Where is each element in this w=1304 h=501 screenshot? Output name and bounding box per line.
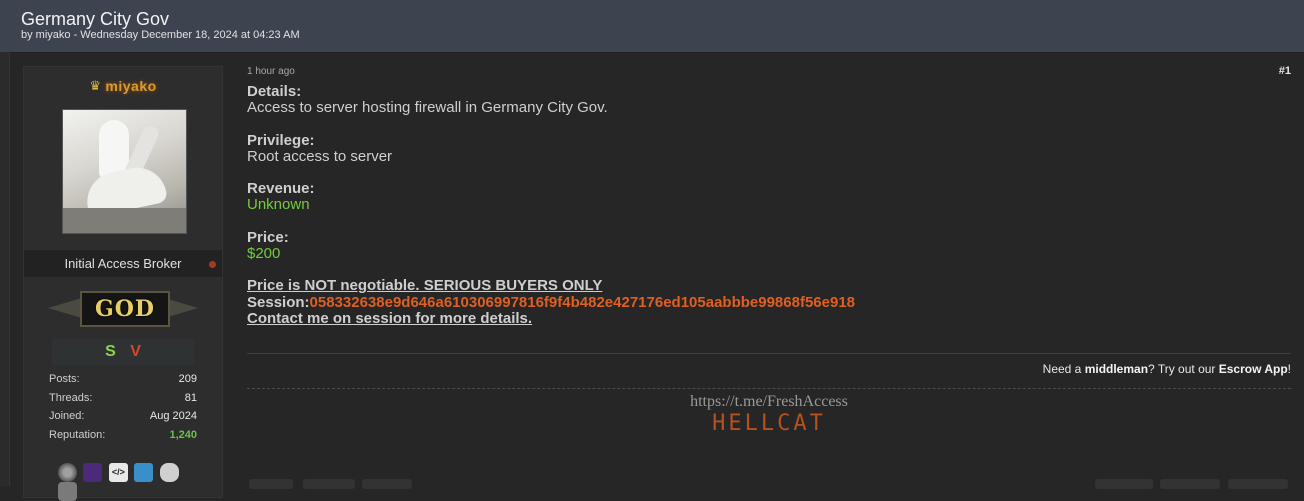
middleman-link[interactable]: middleman: [1085, 362, 1148, 376]
rank-text: GOD: [94, 296, 156, 322]
v-badge-icon: V: [130, 343, 141, 360]
post-number-link[interactable]: #1: [1279, 65, 1291, 77]
stat-threads: Threads: 81: [49, 392, 197, 411]
contact-text: Contact me on session for more details.: [247, 309, 533, 327]
privilege-value: Root access to server: [247, 147, 393, 165]
stat-reputation: Reputation: 1,240: [49, 429, 197, 448]
reputation-value[interactable]: 1,240: [169, 429, 197, 441]
stat-label: Threads:: [49, 391, 93, 404]
gamepad-icon[interactable]: [159, 463, 179, 482]
s-badge-icon: S: [105, 343, 116, 360]
post-divider: [247, 353, 1291, 354]
rank-plate: GOD: [80, 291, 170, 327]
user-panel: ♛ miyako Initial Access Broker GOD S V P…: [23, 66, 223, 501]
crown-icon: ♛: [89, 77, 101, 93]
post-action-button[interactable]: [1095, 479, 1153, 489]
session-label: Session:: [247, 293, 310, 311]
offline-status-dot: [209, 261, 216, 268]
revenue-section: Revenue: Unknown: [247, 180, 1291, 214]
awards-row: </>: [58, 463, 198, 501]
signature-brand: HELLCAT: [712, 411, 826, 436]
username-link[interactable]: miyako: [105, 78, 156, 94]
stat-value: Aug 2024: [149, 410, 197, 423]
badge-row: S V: [52, 339, 194, 365]
stat-value: 209: [178, 373, 197, 385]
escrow-app-link[interactable]: Escrow App: [1219, 362, 1288, 376]
post-action-button[interactable]: [1160, 479, 1220, 489]
avatar[interactable]: [62, 109, 187, 234]
thread-header: Germany City Gov by miyako - Wednesday D…: [0, 0, 1304, 53]
code-tag-icon[interactable]: </>: [108, 463, 128, 482]
notice-section: Price is NOT negotiable. SERIOUS BUYERS …: [247, 278, 1291, 327]
session-id: 058332638e9d646a610306997816f9f4b482e427…: [309, 293, 856, 311]
usertitle: Initial Access Broker: [64, 256, 182, 271]
session-line: Session:058332638e9d646a610306997816f9f4…: [247, 293, 1291, 311]
signature-link[interactable]: https://t.me/FreshAccess: [247, 393, 1291, 411]
revenue-value: Unknown: [247, 196, 310, 214]
left-strip: [0, 52, 10, 486]
details-value: Access to server hosting firewall in Ger…: [247, 99, 608, 117]
username-row: ♛ miyako: [24, 77, 222, 97]
thread-title: Germany City Gov: [21, 9, 170, 29]
privilege-label: Privilege:: [247, 131, 315, 149]
escrow-prefix: Need a: [1042, 362, 1085, 376]
signature-divider: [247, 388, 1291, 389]
escrow-suffix: !: [1287, 362, 1291, 376]
details-section: Details: Access to server hosting firewa…: [247, 83, 1291, 117]
stat-posts: Posts: 209: [49, 373, 197, 392]
post-timestamp[interactable]: 1 hour ago: [247, 66, 295, 77]
user-stats: Posts: 209 Threads: 81 Joined: Aug 2024 …: [49, 373, 197, 447]
medal-icon[interactable]: [58, 463, 77, 482]
rank-banner: GOD: [48, 289, 198, 327]
revenue-label: Revenue:: [247, 180, 315, 198]
post-action-button[interactable]: [362, 479, 412, 489]
privilege-section: Privilege: Root access to server: [247, 131, 1291, 166]
usertitle-bar: Initial Access Broker: [24, 250, 222, 277]
purple-badge-icon[interactable]: [83, 463, 103, 482]
stat-label: Posts:: [49, 373, 80, 385]
stat-value: 81: [184, 391, 197, 404]
chat-bubbles-icon[interactable]: [58, 482, 77, 501]
post-content: Details: Access to server hosting firewa…: [247, 83, 1291, 327]
escrow-notice: Need a middleman? Try out our Escrow App…: [1043, 362, 1291, 376]
price-value: $200: [247, 245, 281, 263]
post-action-button[interactable]: [303, 479, 355, 489]
stat-label: Reputation:: [49, 428, 106, 441]
post-action-button[interactable]: [249, 479, 293, 489]
details-label: Details:: [247, 83, 302, 100]
stat-label: Joined:: [49, 410, 85, 423]
notice-text: Price is NOT negotiable. SERIOUS BUYERS …: [247, 277, 603, 295]
price-section: Price: $200: [247, 228, 1291, 263]
post-action-button[interactable]: [1228, 479, 1288, 489]
laptop-icon[interactable]: [134, 463, 154, 482]
price-label: Price:: [247, 228, 289, 246]
thread-meta: by miyako - Wednesday December 18, 2024 …: [21, 29, 300, 41]
stat-joined: Joined: Aug 2024: [49, 410, 197, 429]
escrow-middle: ? Try out our: [1148, 362, 1219, 376]
